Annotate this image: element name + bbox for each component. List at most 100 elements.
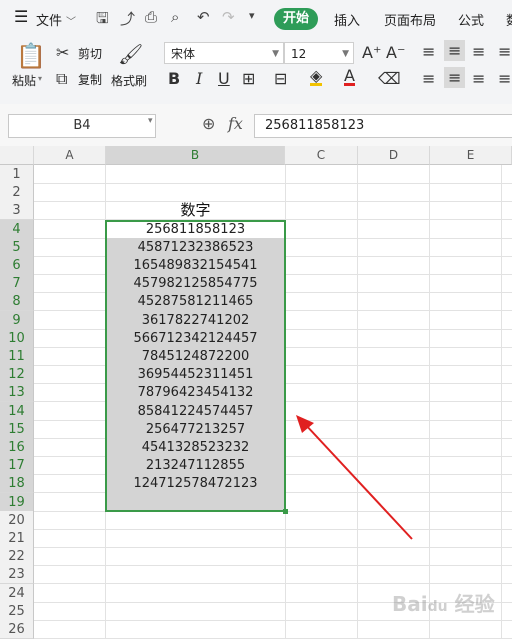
spreadsheet-grid[interactable]: A B C D E 1 2 3 4 5 6 7 8 9 10 11 12 13 14 15 16 17 18 19 2… [0, 146, 512, 639]
row-header-25[interactable]: 25 [0, 602, 34, 621]
row-header-19[interactable]: 19 [0, 493, 34, 512]
paste-chevron-icon[interactable]: ▾ [38, 74, 42, 83]
more-dropdown-icon[interactable]: ▾ [249, 9, 255, 22]
row-header-2[interactable]: 2 [0, 183, 34, 202]
row-header-14[interactable]: 14 [0, 402, 34, 421]
cell-b12[interactable]: 36954452311451 [106, 365, 285, 384]
clear-format-icon[interactable]: ⌫ [378, 69, 401, 88]
select-all-corner[interactable] [0, 146, 34, 165]
wrap-icon[interactable]: ≡ [498, 42, 511, 61]
format-painter-button[interactable]: 格式刷 [111, 72, 147, 89]
column-header-b[interactable]: B [106, 146, 285, 165]
row-header-9[interactable]: 9 [0, 311, 34, 330]
italic-icon[interactable]: I [196, 69, 202, 88]
hamburger-icon[interactable]: ☰ [14, 7, 28, 26]
row-header-17[interactable]: 17 [0, 456, 34, 475]
column-header-d[interactable]: D [358, 146, 430, 165]
cell-b18[interactable]: 124712578472123 [106, 474, 285, 493]
row-header-18[interactable]: 18 [0, 474, 34, 493]
column-header-e[interactable]: E [430, 146, 512, 165]
tab-data[interactable]: 数 [506, 10, 512, 29]
row-header-5[interactable]: 5 [0, 238, 34, 257]
cell-b19[interactable] [106, 493, 285, 512]
column-header-c[interactable]: C [285, 146, 358, 165]
align-bottom-icon[interactable]: ≡ [472, 42, 485, 61]
row-header-4[interactable]: 4 [0, 220, 34, 239]
row-header-22[interactable]: 22 [0, 547, 34, 566]
cell-b15[interactable]: 256477213257 [106, 420, 285, 439]
copy-button[interactable]: 复制 [78, 71, 102, 88]
cell-b9[interactable]: 3617822741202 [106, 311, 285, 330]
function-icon[interactable]: fx [228, 114, 243, 133]
row-header-1[interactable]: 1 [0, 165, 34, 184]
print-icon[interactable]: ⎙ [145, 8, 157, 26]
row-header-6[interactable]: 6 [0, 256, 34, 275]
row-header-21[interactable]: 21 [0, 529, 34, 548]
cut-button[interactable]: 剪切 [78, 45, 102, 62]
name-box[interactable]: B4 [8, 114, 156, 138]
cell-b10[interactable]: 566712342124457 [106, 329, 285, 348]
tab-formulas[interactable]: 公式 [458, 10, 484, 29]
justify-icon[interactable]: ≡ [498, 69, 511, 88]
column-header-a[interactable]: A [34, 146, 106, 165]
row-header-3[interactable]: 3 [0, 201, 34, 220]
bold-icon[interactable]: B [168, 69, 180, 88]
decrease-font-icon[interactable]: A⁻ [386, 43, 405, 62]
cell-b5[interactable]: 45871232386523 [106, 238, 285, 257]
name-box-chevron-icon[interactable]: ▾ [148, 116, 153, 126]
cell-b6[interactable]: 165489832154541 [106, 256, 285, 275]
scissors-icon[interactable]: ✂ [56, 43, 69, 62]
file-menu[interactable]: 文件 [36, 10, 62, 29]
row-header-23[interactable]: 23 [0, 565, 34, 584]
paste-button[interactable]: 粘贴 [12, 72, 36, 89]
cell-b3-header[interactable]: 数字 [106, 201, 285, 220]
tab-home[interactable]: 开始 [274, 8, 318, 30]
cell-b16[interactable]: 4541328523232 [106, 438, 285, 457]
underline-icon[interactable]: U [218, 69, 230, 88]
font-family-select[interactable]: 宋体 ▼ [164, 42, 284, 64]
cell-b4[interactable]: 256811858123 [106, 220, 285, 239]
save-icon[interactable]: 🖫 [96, 8, 109, 33]
fill-handle[interactable] [283, 509, 288, 514]
cell-b14[interactable]: 85841224574457 [106, 402, 285, 421]
increase-font-icon[interactable]: A⁺ [362, 43, 381, 62]
align-center-icon[interactable]: ≡ [444, 67, 466, 88]
redo-icon[interactable]: ↷ [222, 8, 235, 26]
zoom-icon[interactable]: ⊕ [202, 114, 215, 133]
align-top-icon[interactable]: ≡ [422, 42, 435, 61]
format-painter-icon[interactable]: 🖌 [118, 42, 143, 66]
row-header-11[interactable]: 11 [0, 347, 34, 366]
cell-b13[interactable]: 78796423454132 [106, 383, 285, 402]
align-right-icon[interactable]: ≡ [472, 69, 485, 88]
tab-insert[interactable]: 插入 [334, 10, 360, 29]
row-header-12[interactable]: 12 [0, 365, 34, 384]
formula-input[interactable]: 256811858123 [254, 114, 512, 138]
row-header-24[interactable]: 24 [0, 584, 34, 603]
chevron-down-icon[interactable]: ﹀ [66, 13, 76, 28]
row-header-16[interactable]: 16 [0, 438, 34, 457]
conditional-fill-icon[interactable]: ⊟ [274, 69, 287, 88]
font-size-select[interactable]: 12 ▼ [284, 42, 354, 64]
cell-b11[interactable]: 7845124872200 [106, 347, 285, 366]
align-middle-icon[interactable]: ≡ [444, 40, 466, 61]
fill-color-icon[interactable]: ◈ [310, 68, 323, 86]
row-header-10[interactable]: 10 [0, 329, 34, 348]
paste-icon[interactable]: 📋 [16, 42, 46, 70]
tab-page-layout[interactable]: 页面布局 [384, 10, 436, 29]
cell-b8[interactable]: 45287581211465 [106, 292, 285, 311]
copy-icon[interactable]: ⧉ [56, 69, 67, 89]
row-header-26[interactable]: 26 [0, 620, 34, 639]
row-header-7[interactable]: 7 [0, 274, 34, 293]
font-color-icon[interactable]: A [344, 68, 355, 86]
print-preview-icon[interactable]: ⌕ [171, 8, 179, 26]
align-left-icon[interactable]: ≡ [422, 69, 435, 88]
undo-icon[interactable]: ↶ [197, 8, 210, 26]
cell-b7[interactable]: 457982125854775 [106, 274, 285, 293]
borders-icon[interactable]: ⊞ [242, 69, 255, 88]
export-icon[interactable]: ⤴ [120, 8, 135, 29]
row-header-15[interactable]: 15 [0, 420, 34, 439]
row-header-13[interactable]: 13 [0, 383, 34, 402]
cell-b17[interactable]: 213247112855 [106, 456, 285, 475]
row-header-20[interactable]: 20 [0, 511, 34, 530]
row-header-8[interactable]: 8 [0, 292, 34, 311]
